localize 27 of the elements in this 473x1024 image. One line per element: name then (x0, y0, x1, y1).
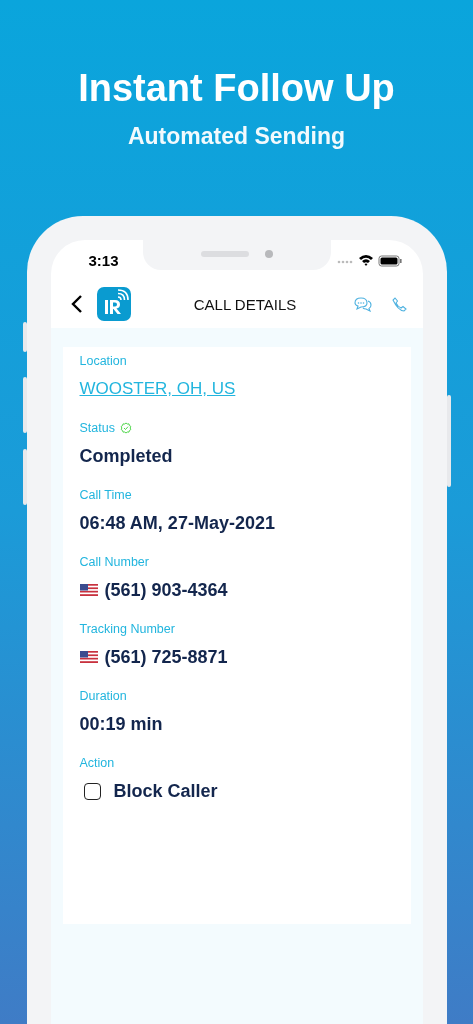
back-icon[interactable] (69, 294, 84, 314)
field-value: 06:48 AM, 27-May-2021 (79, 512, 275, 534)
phone-number: (561) 903-4364 (104, 579, 228, 601)
field-label: Duration (79, 689, 127, 703)
checkbox-label: Block Caller (113, 780, 218, 802)
field-label: Call Time (79, 488, 132, 502)
app-logo-icon (96, 287, 131, 321)
phone-number: (561) 725-8871 (104, 646, 228, 668)
location-link[interactable]: WOOSTER, OH, US (79, 379, 236, 399)
field-label: Action (79, 756, 115, 770)
verified-icon (119, 422, 132, 434)
signal-icon (337, 260, 352, 264)
checkbox[interactable] (83, 782, 101, 800)
field-label: Tracking Number (79, 622, 175, 636)
field-value: 00:19 min (79, 713, 163, 735)
screen-title: CALL DETAILS (192, 295, 298, 313)
flag-icon (79, 651, 98, 663)
field-label: Status (79, 421, 115, 435)
field-value: Completed (79, 445, 173, 467)
wifi-icon (358, 255, 373, 266)
battery-icon (378, 255, 402, 267)
field-label: Call Number (79, 555, 149, 569)
flag-icon (79, 584, 98, 596)
subheadline: Automated Sending (127, 122, 346, 150)
headline: Instant Follow Up (78, 66, 395, 110)
status-time: 3:13 (88, 251, 119, 269)
field-label: Location (79, 354, 127, 368)
